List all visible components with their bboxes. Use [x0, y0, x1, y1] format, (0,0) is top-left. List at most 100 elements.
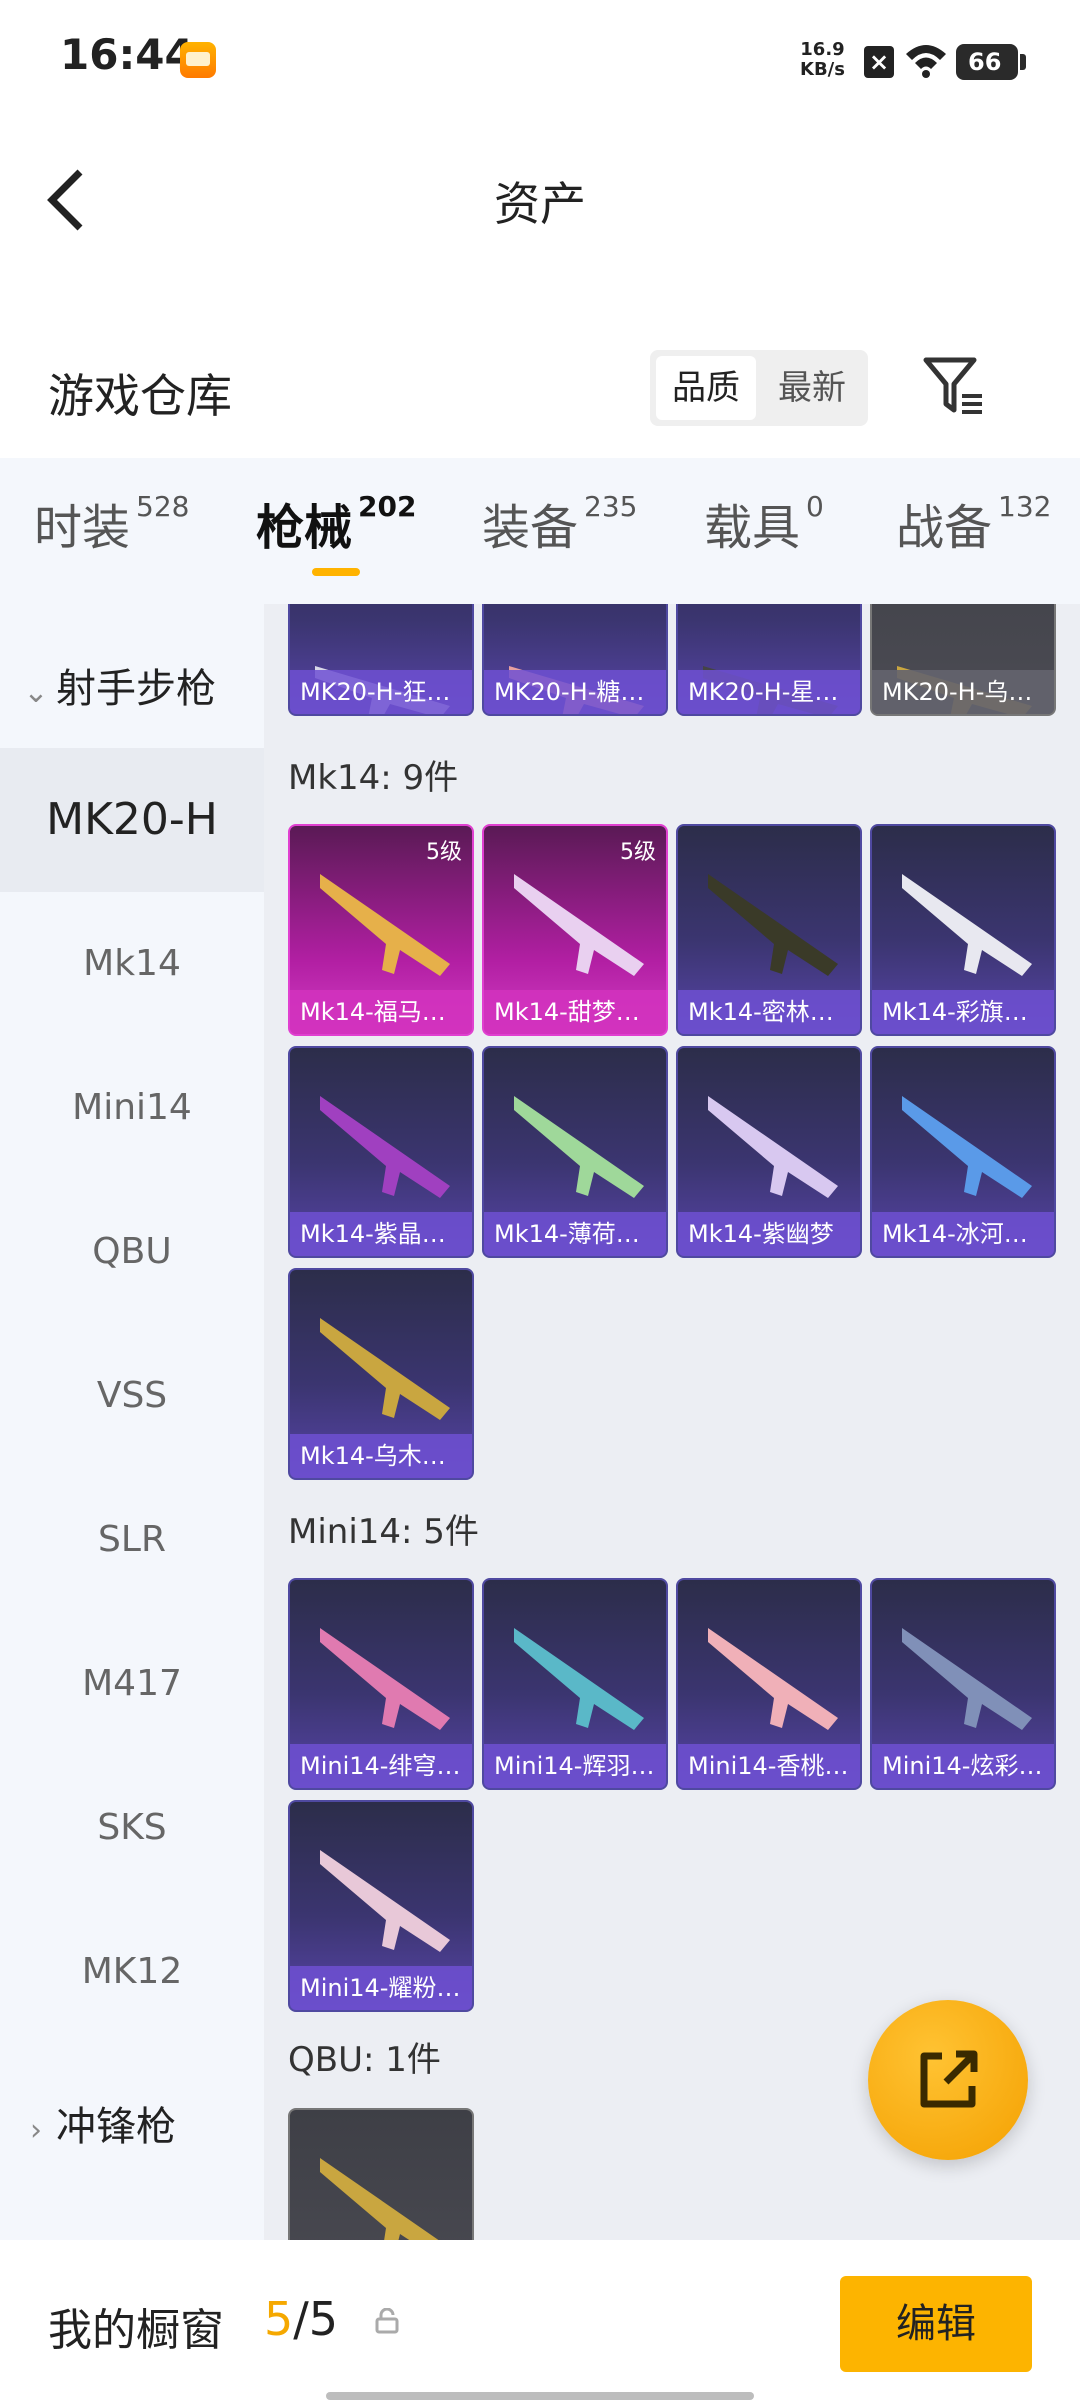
- weapon-card-name: Mk14-薄荷…: [484, 1212, 666, 1256]
- sidebar-group-label: 射手步枪: [56, 666, 216, 712]
- status-time: 16:44: [60, 30, 194, 79]
- weapon-card-name: Mk14-冰河…: [872, 1212, 1054, 1256]
- network-speed-value: 16.9: [800, 39, 845, 60]
- weapon-card-name: MK20-H-狂…: [290, 670, 472, 714]
- lock-icon: [374, 2307, 400, 2338]
- tab-fashion[interactable]: 时装 528: [34, 488, 189, 558]
- category-tab-bar: 时装 528 枪械 202 装备 235 载具 0 战备 132: [0, 458, 1080, 604]
- weapon-card[interactable]: Mk14-紫晶…: [288, 1046, 474, 1258]
- share-external-icon: [920, 2050, 978, 2108]
- tab-count: 202: [358, 490, 417, 523]
- weapon-card[interactable]: MK20-H-狂…: [288, 604, 474, 716]
- tab-label: 时装: [34, 500, 131, 556]
- weapon-card[interactable]: Mini14-辉羽…: [482, 1578, 668, 1790]
- weapon-card[interactable]: Mini14-炫彩…: [870, 1578, 1056, 1790]
- active-tab-indicator: [312, 568, 360, 576]
- filter-button[interactable]: [922, 354, 988, 418]
- rifle-icon: [320, 1628, 450, 1730]
- weapon-card[interactable]: Mk14-紫幽梦: [676, 1046, 862, 1258]
- tab-firearms[interactable]: 枪械 202: [256, 488, 416, 558]
- weapon-card[interactable]: Mk14-薄荷…: [482, 1046, 668, 1258]
- sort-toggle: 品质 最新: [650, 350, 868, 426]
- sidebar-item-m417[interactable]: M417: [0, 1612, 264, 1756]
- weapon-grid: MK20-H-狂… MK20-H-糖… MK20-H-星… MK20-H-乌… …: [264, 604, 1080, 2240]
- rifle-icon: [902, 1096, 1032, 1198]
- showcase-count: 5/5: [264, 2292, 338, 2346]
- sidebar-item-mini14[interactable]: Mini14: [0, 1036, 264, 1180]
- showcase-bottom-bar: 我的橱窗 5/5 编辑: [0, 2240, 1080, 2408]
- section-title-qbu: QBU: 1件: [288, 2040, 441, 2080]
- network-speed-unit: KB/s: [800, 59, 845, 80]
- weapon-card[interactable]: MK20-H-星…: [676, 604, 862, 716]
- sidebar-item-mk12[interactable]: MK12: [0, 1900, 264, 2044]
- weapon-card[interactable]: 5级 Mk14-福马…: [288, 824, 474, 1036]
- home-indicator[interactable]: [326, 2392, 754, 2400]
- weapon-card[interactable]: MK20-H-糖…: [482, 604, 668, 716]
- chevron-right-icon: ›: [30, 2113, 42, 2148]
- section-title-mini14: Mini14: 5件: [288, 1512, 479, 1552]
- weapon-card-name: Mini14-辉羽…: [484, 1744, 666, 1788]
- weapon-card-name: Mini14-香桃…: [678, 1744, 860, 1788]
- weapon-card-name: Mini14-炫彩…: [872, 1744, 1054, 1788]
- page-title: 资产: [494, 177, 586, 231]
- tab-supplies[interactable]: 战备 132: [896, 488, 1051, 558]
- sidebar-group-smg[interactable]: › 冲锋枪: [0, 2094, 264, 2152]
- weapon-card-name: Mk14-紫晶…: [290, 1212, 472, 1256]
- level-badge: 5级: [426, 840, 462, 865]
- rifle-icon: [320, 2158, 439, 2240]
- weapon-type-sidebar: ⌄ 射手步枪 MK20-H Mk14 Mini14 QBU VSS SLR M41…: [0, 604, 264, 2240]
- weapon-card[interactable]: Mini14-香桃…: [676, 1578, 862, 1790]
- tab-vehicles[interactable]: 载具 0: [704, 488, 824, 558]
- rifle-icon: [514, 1628, 644, 1730]
- no-sim-icon: ×: [864, 46, 894, 78]
- weapon-card[interactable]: Mk14-冰河…: [870, 1046, 1056, 1258]
- weapon-card[interactable]: [288, 2108, 474, 2240]
- network-speed: 16.9 KB/s: [800, 40, 845, 80]
- status-bar: 16:44 16.9 KB/s × 66: [0, 0, 1080, 120]
- tab-count: 132: [998, 490, 1052, 523]
- wifi-icon: [904, 40, 948, 84]
- showcase-label: 我的橱窗: [48, 2305, 224, 2356]
- weapon-card-name: Mk14-紫幽梦: [678, 1212, 860, 1256]
- weapon-card[interactable]: 5级 Mk14-甜梦…: [482, 824, 668, 1036]
- sort-newest-option[interactable]: 最新: [762, 356, 862, 420]
- showcase-total: 5: [308, 2292, 339, 2346]
- weapon-card-name: MK20-H-糖…: [484, 670, 666, 714]
- sidebar-item-mk14[interactable]: Mk14: [0, 892, 264, 1036]
- share-fab-button[interactable]: [868, 2000, 1028, 2160]
- rifle-icon: [320, 1850, 450, 1952]
- sidebar-item-sks[interactable]: SKS: [0, 1756, 264, 1900]
- app-notification-icon: [180, 42, 216, 78]
- tab-count: 0: [806, 490, 824, 523]
- tab-label: 战备: [896, 500, 993, 556]
- sidebar-item-slr[interactable]: SLR: [0, 1468, 264, 1612]
- weapon-card[interactable]: Mk14-密林…: [676, 824, 862, 1036]
- weapon-card[interactable]: Mini14-耀粉…: [288, 1800, 474, 2012]
- weapon-card-name: Mk14-彩旗…: [872, 990, 1054, 1034]
- sidebar-group-label: 冲锋枪: [56, 2104, 176, 2150]
- weapon-card[interactable]: MK20-H-乌…: [870, 604, 1056, 716]
- warehouse-title: 游戏仓库: [48, 369, 232, 423]
- sidebar-item-mk20h[interactable]: MK20-H: [0, 748, 264, 892]
- tab-label: 载具: [704, 500, 801, 556]
- filter-icon: [923, 357, 982, 414]
- rifle-icon: [902, 874, 1032, 976]
- weapon-card[interactable]: Mini14-绯穹…: [288, 1578, 474, 1790]
- battery-icon: 66: [956, 44, 1026, 80]
- showcase-current: 5: [264, 2292, 294, 2346]
- tab-equipment[interactable]: 装备 235: [482, 488, 637, 558]
- weapon-card-name: Mk14-乌木…: [290, 1434, 472, 1478]
- edit-button[interactable]: 编辑: [840, 2276, 1032, 2372]
- weapon-card-name: Mini14-耀粉…: [290, 1966, 472, 2010]
- sidebar-item-vss[interactable]: VSS: [0, 1324, 264, 1468]
- weapon-card[interactable]: Mk14-乌木…: [288, 1268, 474, 1480]
- level-badge: 5级: [620, 840, 656, 865]
- rifle-icon: [320, 1096, 450, 1198]
- sidebar-item-qbu[interactable]: QBU: [0, 1180, 264, 1324]
- weapon-card[interactable]: Mk14-彩旗…: [870, 824, 1056, 1036]
- rifle-icon: [320, 874, 450, 976]
- rifle-icon: [708, 1628, 838, 1730]
- rifle-icon: [514, 874, 644, 976]
- sort-quality-option[interactable]: 品质: [656, 356, 756, 420]
- sidebar-group-marksman-rifles[interactable]: ⌄ 射手步枪: [0, 656, 264, 714]
